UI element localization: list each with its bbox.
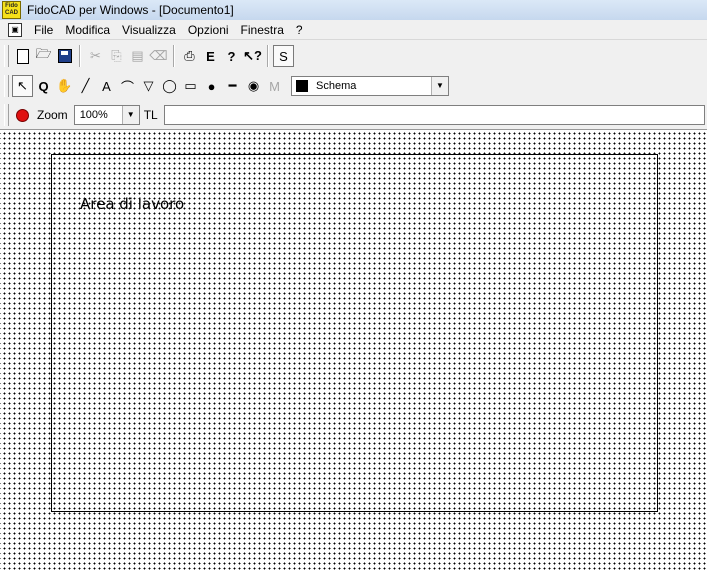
zoom-tool-icon: Q	[38, 78, 49, 94]
text-tool-icon: A	[102, 78, 111, 94]
snap-toggle-button[interactable]: S	[273, 45, 294, 67]
select-tool-icon: ↖	[17, 78, 28, 93]
macro-tool-button[interactable]: M	[264, 75, 285, 97]
zoom-select[interactable]: 100% ▼	[73, 105, 140, 125]
view-toolbar: Zoom 100% ▼ TL	[0, 101, 707, 130]
paste-icon: ▤	[131, 48, 144, 63]
fidocad-app-icon: Fido CAD	[2, 1, 21, 19]
menu-modifica[interactable]: Modifica	[59, 23, 116, 37]
cut-icon: ✂	[90, 48, 101, 63]
zoom-label: Zoom	[37, 108, 68, 122]
zoom-tool-button[interactable]: Q	[33, 75, 54, 97]
erase-button[interactable]: ⌫	[148, 45, 169, 67]
toolbar-separator	[267, 45, 269, 67]
help-button[interactable]: ?	[221, 45, 242, 67]
save-button[interactable]	[54, 45, 75, 67]
document-system-menu-icon[interactable]: ▣	[8, 22, 22, 37]
copy-button[interactable]: ⎘	[106, 45, 127, 67]
save-icon	[57, 49, 72, 63]
rectangle-tool-button[interactable]: ▭	[180, 75, 201, 97]
connection-tool-button[interactable]: ●	[201, 75, 222, 97]
connection-dot-icon: ●	[207, 78, 216, 94]
text-tool-button[interactable]: A	[96, 75, 117, 97]
paste-button[interactable]: ▤	[127, 45, 148, 67]
polygon-tool-icon: ▽	[143, 78, 154, 93]
pcb-pad-tool-button[interactable]: ◉	[243, 75, 264, 97]
line-tool-icon: ╱	[81, 78, 90, 93]
menu-finestra[interactable]: Finestra	[235, 23, 290, 37]
new-document-icon	[16, 48, 29, 64]
pcb-line-tool-button[interactable]: ━	[222, 75, 243, 97]
tl-label: TL	[143, 108, 158, 122]
chevron-down-icon[interactable]: ▼	[121, 106, 139, 124]
layer-select[interactable]: Schema ▼	[291, 76, 449, 96]
app-icon-text-top: Fido	[5, 3, 18, 9]
toolbar-separator	[79, 45, 81, 67]
drawing-canvas[interactable]: Area di lavoro	[0, 130, 707, 572]
menu-help[interactable]: ?	[290, 23, 309, 37]
record-button[interactable]	[12, 104, 33, 126]
pan-hand-icon: ✋	[56, 78, 73, 93]
copy-icon: ⎘	[111, 48, 122, 63]
standard-toolbar: 🗁 ✂ ⎘ ▤ ⌫ ⎙ E ? ↖? S	[0, 41, 310, 72]
export-button[interactable]: E	[200, 45, 221, 67]
snap-icon: S	[279, 48, 288, 64]
menu-bar: ▣ File Modifica Visualizza Opzioni Fines…	[0, 20, 707, 40]
pcb-line-icon: ━	[228, 78, 237, 93]
open-button[interactable]: 🗁	[33, 45, 54, 67]
toolbar-grip[interactable]	[4, 45, 9, 67]
open-folder-icon: 🗁	[35, 46, 52, 61]
command-input[interactable]	[163, 105, 705, 125]
workarea-frame: Area di lavoro	[51, 154, 658, 512]
app-icon-text-bottom: CAD	[5, 10, 18, 16]
cut-button[interactable]: ✂	[85, 45, 106, 67]
context-help-button[interactable]: ↖?	[242, 45, 263, 67]
title-bar: Fido CAD FidoCAD per Windows - [Document…	[0, 0, 707, 21]
zoom-value: 100%	[79, 109, 108, 121]
workarea-label: Area di lavoro	[80, 195, 185, 213]
toolbar-grip[interactable]	[4, 104, 9, 126]
ellipse-tool-button[interactable]: ◯	[159, 75, 180, 97]
pan-tool-button[interactable]: ✋	[54, 75, 75, 97]
drawing-toolbar: ↖ Q ✋ ╱ A ⌒ ▽ ◯ ▭ ● ━ ◉ M Schema ▼	[0, 71, 480, 102]
export-icon: E	[206, 48, 215, 64]
macro-tool-icon: M	[269, 78, 280, 94]
rectangle-tool-icon: ▭	[184, 78, 197, 93]
menu-opzioni[interactable]: Opzioni	[182, 23, 235, 37]
layer-color-swatch	[296, 80, 308, 92]
ellipse-tool-icon: ◯	[162, 78, 177, 93]
menu-file[interactable]: File	[28, 23, 59, 37]
help-icon: ?	[227, 48, 236, 64]
layer-name: Schema	[316, 80, 357, 92]
bezier-tool-button[interactable]: ⌒	[117, 75, 138, 97]
bezier-tool-icon: ⌒	[120, 79, 134, 95]
line-tool-button[interactable]: ╱	[75, 75, 96, 97]
eraser-icon: ⌫	[149, 48, 168, 63]
print-icon: ⎙	[184, 48, 195, 63]
toolbar-grip[interactable]	[4, 75, 9, 97]
context-help-icon: ↖?	[243, 48, 262, 63]
menu-visualizza[interactable]: Visualizza	[116, 23, 182, 37]
chevron-down-icon[interactable]: ▼	[431, 77, 448, 95]
select-tool-button[interactable]: ↖	[12, 75, 33, 97]
window-title: FidoCAD per Windows - [Documento1]	[27, 3, 234, 17]
record-icon	[16, 108, 29, 122]
pcb-pad-icon: ◉	[247, 78, 260, 93]
print-button[interactable]: ⎙	[179, 45, 200, 67]
new-document-button[interactable]	[12, 45, 33, 67]
toolbar-separator	[173, 45, 175, 67]
polygon-tool-button[interactable]: ▽	[138, 75, 159, 97]
